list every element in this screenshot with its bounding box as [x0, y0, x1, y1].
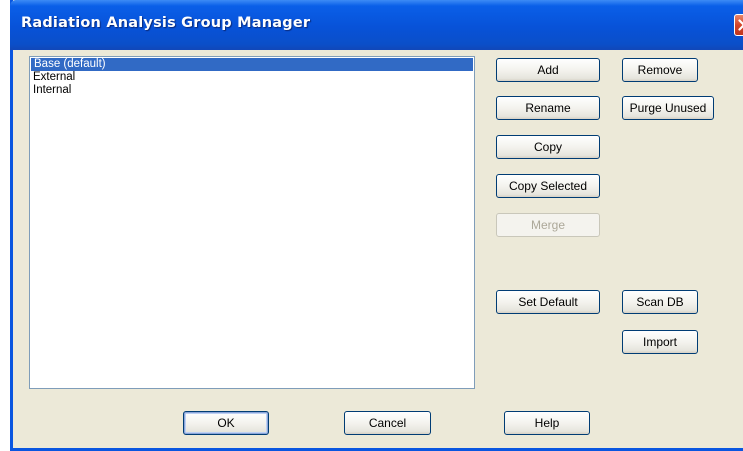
- rename-button[interactable]: Rename: [496, 96, 600, 120]
- title-bar[interactable]: Radiation Analysis Group Manager: [10, 0, 743, 50]
- scan-db-button[interactable]: Scan DB: [622, 290, 698, 314]
- dialog-window: Radiation Analysis Group Manager Base (d…: [10, 0, 743, 451]
- list-item-external[interactable]: External: [30, 71, 474, 84]
- merge-button[interactable]: Merge: [496, 213, 600, 237]
- add-button[interactable]: Add: [496, 58, 600, 82]
- cancel-button[interactable]: Cancel: [344, 411, 431, 435]
- close-button[interactable]: [734, 14, 743, 36]
- copy-button[interactable]: Copy: [496, 135, 600, 159]
- ok-button[interactable]: OK: [183, 411, 269, 435]
- window-title: Radiation Analysis Group Manager: [21, 15, 311, 31]
- import-button[interactable]: Import: [622, 330, 698, 354]
- group-listbox[interactable]: Base (default) External Internal: [29, 56, 475, 389]
- list-item-internal[interactable]: Internal: [30, 84, 474, 97]
- purge-unused-button[interactable]: Purge Unused: [622, 96, 714, 120]
- set-default-button[interactable]: Set Default: [496, 290, 600, 314]
- help-button[interactable]: Help: [504, 411, 590, 435]
- close-icon: [738, 19, 743, 31]
- remove-button[interactable]: Remove: [622, 58, 698, 82]
- list-item-base-default[interactable]: Base (default): [31, 58, 473, 71]
- copy-selected-button[interactable]: Copy Selected: [496, 174, 600, 198]
